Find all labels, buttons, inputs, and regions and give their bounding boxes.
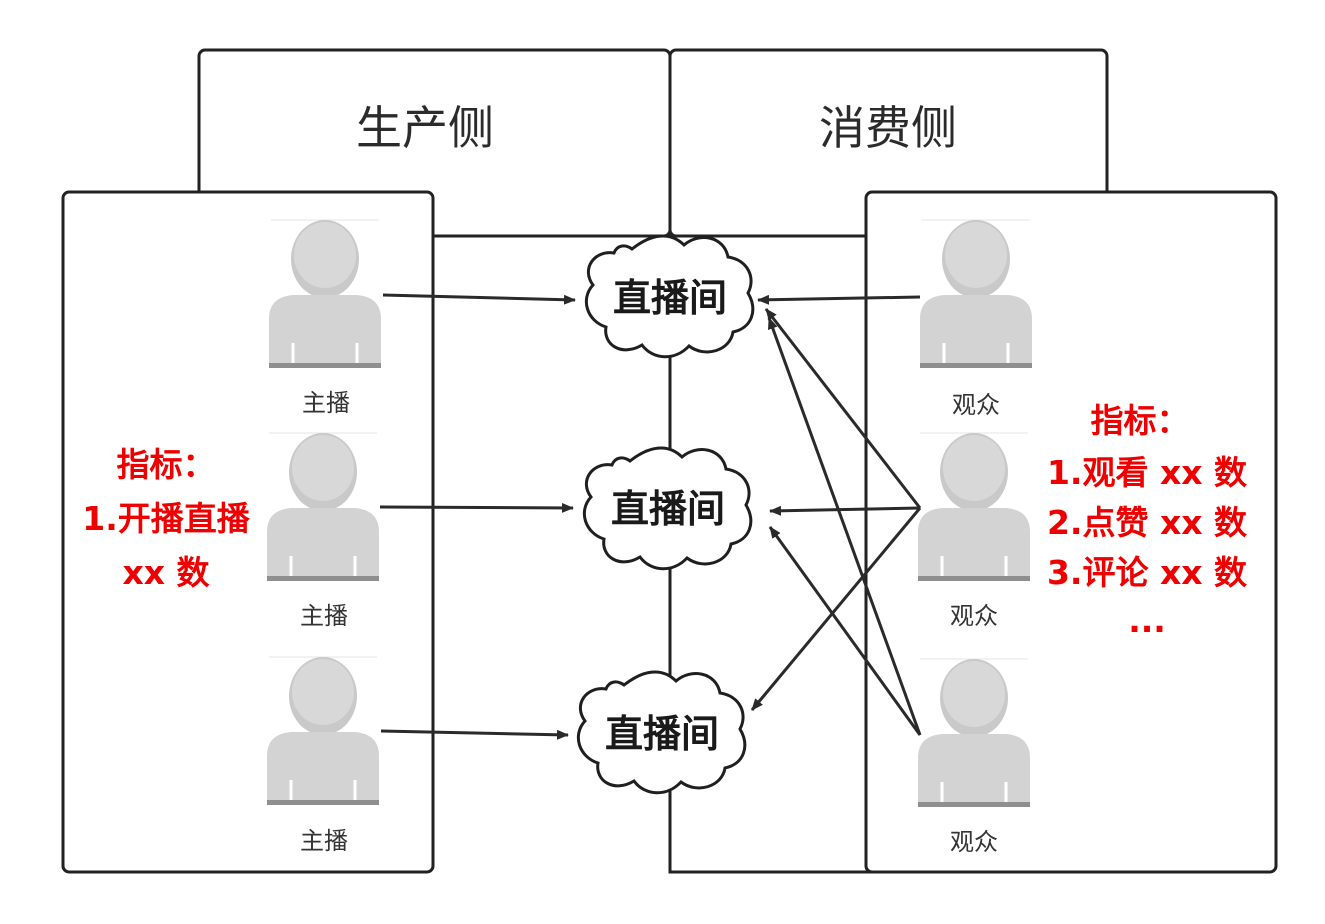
live-room-2: 直播间 [582,446,753,571]
anchor-label: 主播 [300,602,348,630]
consumer-metric-line: 指标： [1091,401,1190,440]
consumer-side-title: 消费侧 [819,101,957,155]
live-room-label: 直播间 [611,487,725,531]
live-room-label: 直播间 [605,712,719,756]
live-room-1: 直播间 [584,234,755,359]
consumer-metric-line: 3.评论 xx 数 [1047,553,1248,592]
viewer-label: 观众 [950,602,998,630]
live-room-label: 直播间 [613,276,727,320]
live-stream-metrics-diagram: 生产侧 消费侧 主播 主播 主播 观众 观众 观众 直播间 直播间 直播间 指标… [61,48,1278,874]
anchor-label: 主播 [300,827,348,855]
consumer-metric-line: 2.点赞 xx 数 [1047,503,1248,542]
consumer-metric-line: 1.观看 xx 数 [1047,453,1248,492]
live-room-3: 直播间 [576,670,747,795]
producer-side-title: 生产侧 [356,101,494,155]
producer-metric-line: 指标： [117,445,216,484]
producer-metric-line: xx 数 [122,553,210,592]
viewer-label: 观众 [952,391,1000,419]
viewer-label: 观众 [950,828,998,856]
producer-metric-line: 1.开播直播 [82,499,250,538]
anchor2-to-room2-arrow [379,502,574,513]
consumer-metric-line: ... [1128,601,1166,640]
anchor-label: 主播 [302,389,350,417]
